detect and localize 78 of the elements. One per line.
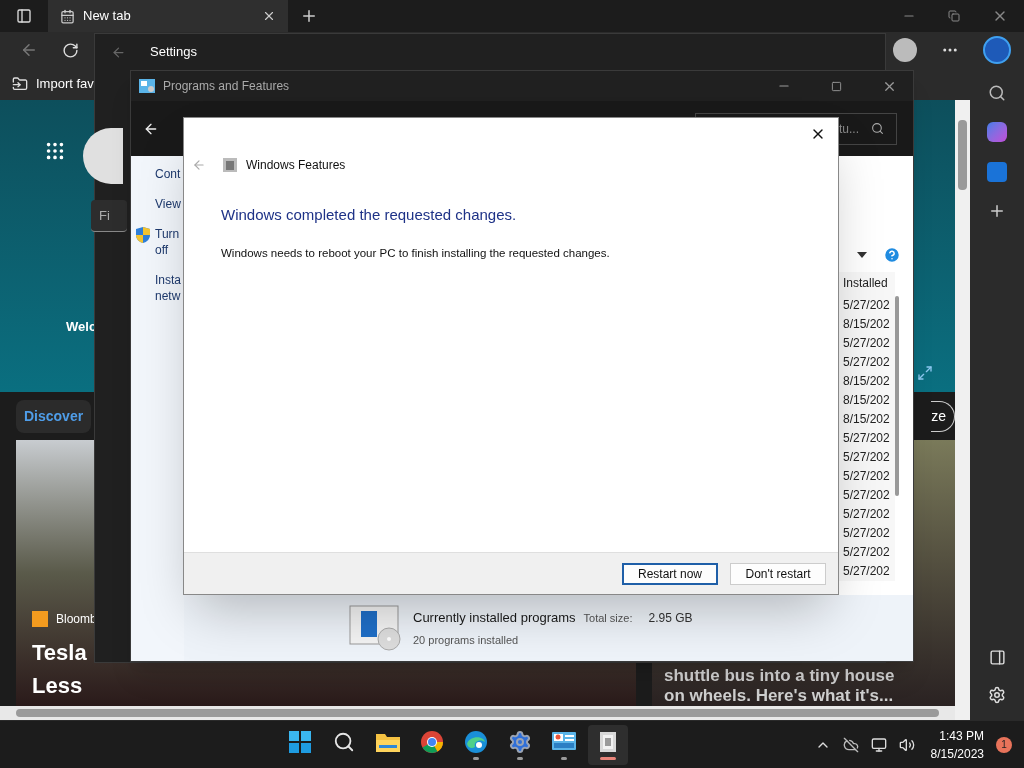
- control-panel-icon: [550, 730, 577, 753]
- dialog-button[interactable]: Don't restart: [730, 562, 826, 585]
- restore-icon[interactable]: [948, 10, 960, 22]
- table-cell-text: 8/15/202: [842, 392, 891, 409]
- news-headline: Less: [32, 672, 83, 700]
- status-count: 20 programs installed: [413, 632, 520, 648]
- program-disc-icon: [349, 605, 401, 651]
- table-cell-text: 5/27/202: [842, 449, 891, 466]
- table-cell-text: 5/27/202: [842, 335, 891, 352]
- table-cell-text: 5/27/202: [842, 297, 891, 314]
- browser-tab[interactable]: New tab: [48, 0, 288, 32]
- favorites-bar-item[interactable]: Import fav: [36, 74, 94, 94]
- column-header[interactable]: Installed: [839, 272, 895, 294]
- add-icon[interactable]: [988, 202, 1006, 220]
- dialog-button[interactable]: Restart now: [622, 562, 718, 585]
- side-link[interactable]: Cont: [155, 166, 181, 182]
- table-cell-text: 8/15/202: [842, 373, 891, 390]
- search-icon[interactable]: [988, 84, 1006, 102]
- vertical-scrollbar[interactable]: [895, 296, 899, 496]
- maximize-icon[interactable]: [831, 80, 842, 92]
- table-cell-text: 5/27/202: [842, 430, 891, 447]
- discover-tab[interactable]: Discover: [16, 399, 92, 433]
- news-headline: shuttle bus into a tiny house: [664, 666, 895, 686]
- notification-badge[interactable]: 1: [996, 736, 1012, 753]
- apps-grid-icon[interactable]: [44, 140, 66, 162]
- clock-time[interactable]: 1:43 PM: [939, 726, 984, 745]
- windows-logo-icon: [287, 729, 312, 754]
- profile-avatar[interactable]: [893, 38, 917, 62]
- refresh-icon[interactable]: [62, 41, 79, 59]
- window-title: Programs and Features: [163, 78, 290, 95]
- browser-wave-icon: [463, 729, 488, 754]
- settings-icon[interactable]: [988, 686, 1006, 704]
- horizontal-scrollbar[interactable]: [0, 706, 955, 720]
- side-link[interactable]: Turn off: [155, 226, 180, 258]
- side-link[interactable]: Insta netw: [155, 272, 181, 304]
- expand-icon[interactable]: [917, 365, 933, 381]
- table-cell-text: 5/27/202: [842, 525, 891, 542]
- dialog-heading: Windows completed the requested changes.: [221, 205, 518, 225]
- news-headline: Tesla: [32, 639, 87, 667]
- search-icon: [871, 122, 884, 135]
- table-cell-text: 5/27/202: [842, 544, 891, 561]
- close-icon[interactable]: [262, 9, 276, 23]
- table-cell-text: 5/27/202: [842, 506, 891, 523]
- dialog-title: Windows Features: [246, 157, 346, 174]
- tab-actions-icon[interactable]: [16, 8, 32, 24]
- status-label: Total size:: [583, 611, 633, 626]
- window-title: Settings: [150, 43, 197, 62]
- sidebar-toggle-icon[interactable]: [988, 649, 1006, 666]
- search-field[interactable]: Fi: [91, 200, 127, 232]
- status-title: Currently installed programs: [413, 609, 576, 627]
- control-panel-icon: [139, 79, 155, 93]
- dropdown-caret[interactable]: [857, 252, 867, 258]
- monitor-icon[interactable]: [870, 736, 887, 753]
- help-icon[interactable]: [883, 246, 901, 264]
- news-headline: on wheels. Here's what it's...: [664, 686, 894, 706]
- shield-icon: [135, 226, 151, 244]
- search-icon: [332, 730, 355, 753]
- table-cell-text: 8/15/202: [842, 316, 891, 333]
- table-cell-text: 5/27/202: [842, 468, 891, 485]
- taskbar-app-button[interactable]: [587, 724, 628, 765]
- table-cell-text: 5/27/202: [842, 354, 891, 371]
- installer-box-icon: [222, 157, 238, 173]
- table-cell-text: 5/27/202: [842, 487, 891, 504]
- table-cell-text: 5/27/202: [842, 563, 891, 580]
- import-icon: [12, 76, 28, 92]
- chrome-icon: [419, 729, 444, 754]
- welcome-text: Welc: [66, 318, 97, 336]
- side-link[interactable]: View: [155, 196, 181, 212]
- news-source-logo: [32, 611, 48, 627]
- speaker-icon[interactable]: [898, 736, 915, 753]
- status-value: 2.95 GB: [648, 610, 693, 627]
- cloud-off-icon[interactable]: [842, 736, 859, 753]
- installer-box-icon: [597, 729, 618, 754]
- dialog-message: Windows needs to reboot your PC to finish installing the requested changes.: [221, 245, 611, 261]
- table-cell-text: 8/15/202: [842, 411, 891, 428]
- vertical-scrollbar[interactable]: [955, 100, 970, 720]
- clock-date[interactable]: 8/15/2023: [930, 744, 984, 763]
- gear-icon: [507, 729, 532, 754]
